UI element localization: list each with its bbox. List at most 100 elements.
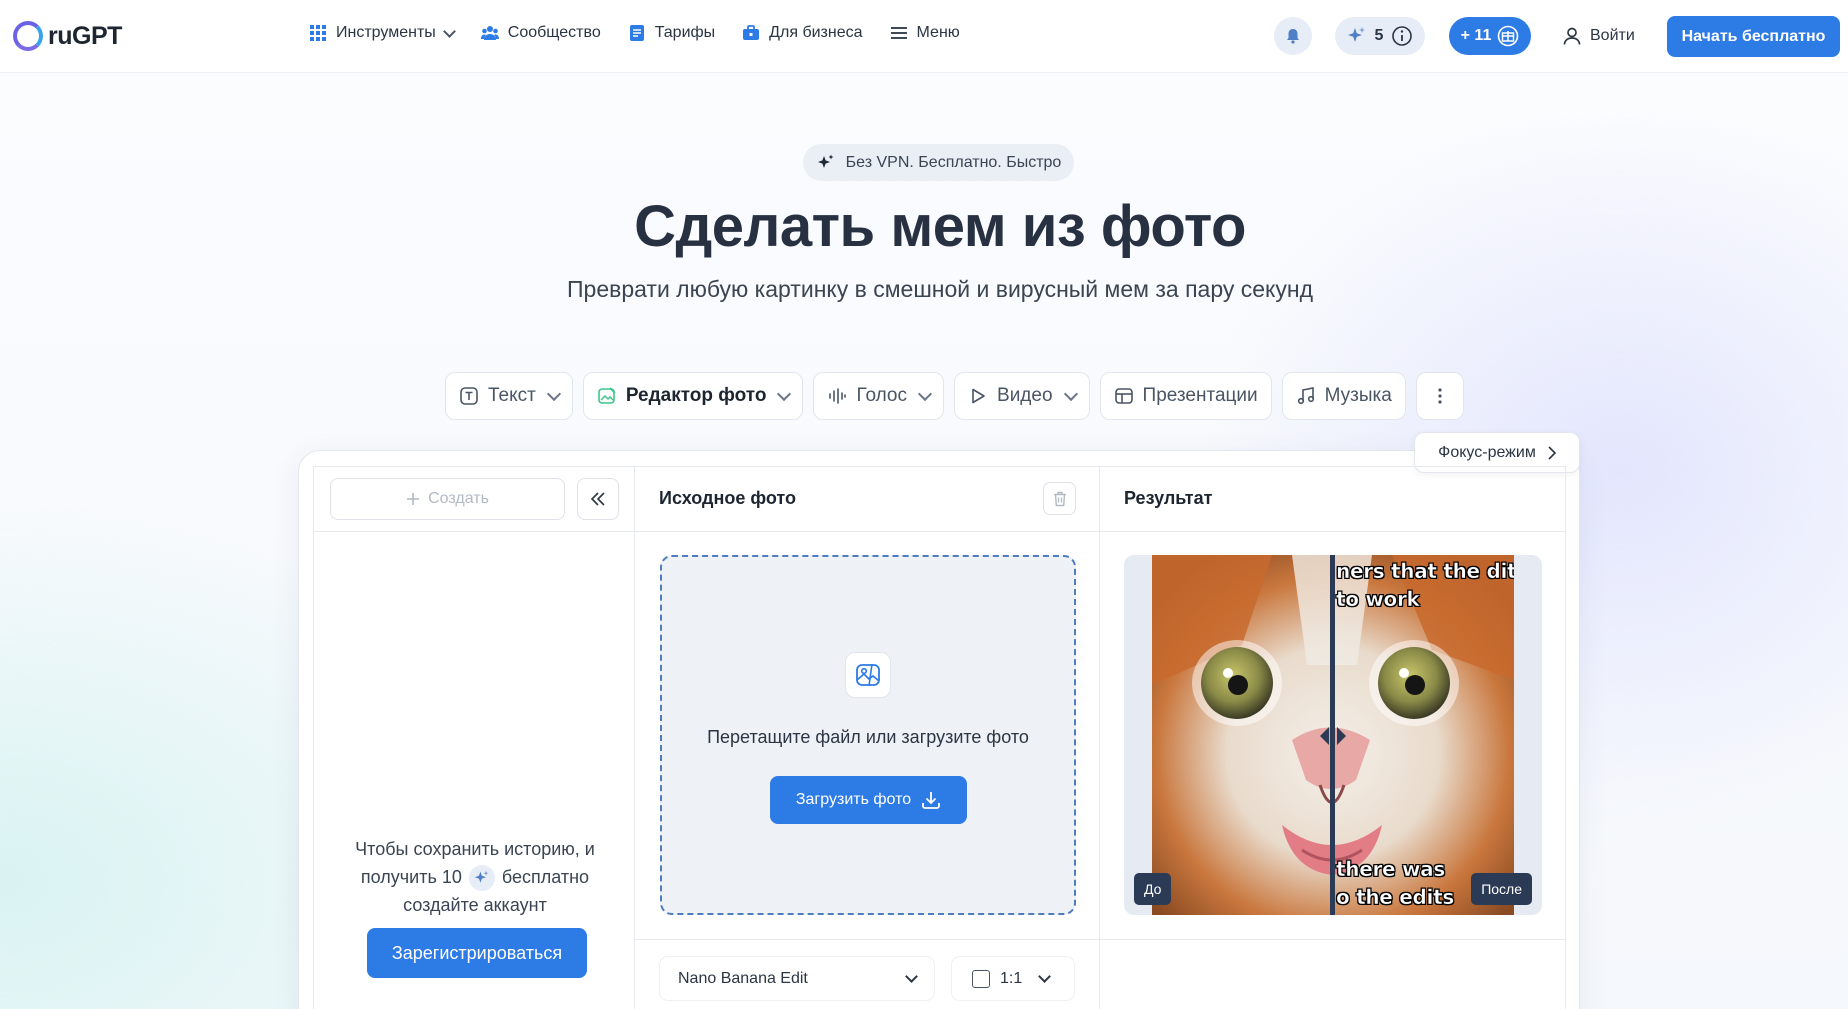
delete-button[interactable] — [1043, 482, 1076, 515]
before-after-compare[interactable]: ners that the dits to work there was o t… — [1124, 555, 1542, 915]
text-icon — [460, 387, 478, 405]
history-hint-line3: создайте аккаунт — [403, 895, 547, 916]
hero-badge-text: Без VPN. Бесплатно. Быстро — [845, 153, 1062, 171]
meme-caption-top-2: to work — [1336, 587, 1420, 612]
aspect-ratio-select[interactable]: 1:1 — [952, 957, 1074, 1000]
cat-photo: ners that the dits to work there was o t… — [1152, 555, 1514, 915]
history-hint-line2a: получить 10 — [360, 867, 462, 887]
slider-arrows-icon[interactable] — [1317, 725, 1349, 747]
nav-tariffs[interactable]: Тарифы — [628, 24, 715, 42]
history-panel: Создать Чтобы сохранить историю, и получ… — [313, 466, 635, 1009]
bonus-button[interactable]: + 11 — [1449, 17, 1531, 55]
presentation-icon — [1114, 388, 1133, 404]
aspect-square-icon — [972, 969, 990, 988]
chevron-down-icon — [905, 970, 918, 983]
tab-presentations-label: Презентации — [1142, 385, 1258, 406]
history-hint-line1: Чтобы сохранить историю, и — [355, 839, 595, 859]
model-select[interactable]: Nano Banana Edit — [660, 957, 934, 1000]
chevron-down-icon — [442, 24, 456, 38]
nav-tariffs-label: Тарифы — [654, 24, 716, 41]
chevron-down-icon — [777, 386, 792, 401]
photo-edit-icon — [598, 387, 616, 404]
nav-tools-label: Инструменты — [336, 24, 436, 41]
history-hint-line2: получить 10 бесплатно — [314, 863, 636, 892]
chevron-down-icon — [1063, 386, 1078, 401]
logo[interactable]: ruGPT — [13, 21, 122, 51]
collapse-panel-button[interactable] — [577, 478, 619, 520]
nav-menu[interactable]: Меню — [890, 24, 960, 42]
upload-photo-button[interactable]: Загрузить фото — [770, 776, 967, 824]
login-label: Войти — [1590, 27, 1635, 44]
source-panel: Исходное фото Перетащите файл или загруз… — [634, 466, 1100, 1009]
info-icon[interactable] — [1391, 25, 1413, 47]
before-label: До — [1134, 873, 1172, 905]
user-icon — [1563, 27, 1581, 45]
source-title: Исходное фото — [659, 488, 796, 508]
tab-photo-editor[interactable]: Редактор фото — [582, 372, 804, 420]
logo-ring-icon — [13, 21, 43, 51]
history-hint-line2b: бесплатно — [501, 867, 590, 887]
model-select-value: Nano Banana Edit — [678, 969, 808, 987]
logo-text: ruGPT — [48, 21, 122, 50]
tab-voice[interactable]: Голос — [813, 372, 945, 420]
meme-caption-top-1: ners that the dits — [1336, 559, 1514, 584]
chevron-right-icon — [1548, 445, 1556, 460]
file-dropzone[interactable]: Перетащите файл или загрузите фото Загру… — [660, 555, 1076, 915]
tab-presentations[interactable]: Презентации — [1099, 372, 1272, 420]
hero-badge: Без VPN. Бесплатно. Быстро — [803, 144, 1074, 181]
tab-photo-editor-label: Редактор фото — [625, 385, 767, 406]
upload-photo-label: Загрузить фото — [795, 791, 912, 808]
chevron-down-icon — [546, 386, 561, 401]
page-title: Сделать мем из фото — [634, 194, 1246, 259]
tab-voice-label: Голос — [856, 385, 908, 406]
create-button[interactable]: Создать — [330, 478, 565, 520]
history-hint: Чтобы сохранить историю, и получить 10 б… — [314, 835, 636, 919]
tab-music[interactable]: Музыка — [1281, 372, 1406, 420]
login-link[interactable]: Войти — [1562, 26, 1635, 46]
tab-music-label: Музыка — [1324, 385, 1392, 406]
waveform-icon — [829, 388, 847, 404]
notifications-button[interactable] — [1274, 17, 1312, 55]
nav-tools[interactable]: Инструменты — [309, 24, 456, 42]
divider — [314, 531, 635, 532]
menu-icon — [890, 27, 907, 39]
bell-icon — [1287, 29, 1299, 44]
music-icon — [1297, 387, 1314, 405]
divider — [1100, 939, 1565, 940]
after-label: После — [1471, 873, 1532, 905]
page-subtitle: Преврати любую картинку в смешной и виру… — [567, 276, 1313, 302]
divider — [1100, 531, 1565, 532]
download-icon — [922, 792, 941, 809]
focus-mode-label: Фокус-режим — [1438, 443, 1536, 461]
start-free-button[interactable]: Начать бесплатно — [1667, 16, 1840, 57]
gift-icon — [1498, 25, 1519, 47]
dropzone-text: Перетащите файл или загрузите фото — [707, 727, 1029, 747]
credits-count: 5 — [1374, 27, 1384, 44]
register-button[interactable]: Зарегистрироваться — [367, 928, 587, 978]
create-label: Создать — [428, 490, 489, 507]
main-nav: Инструменты Сообщество Тарифы Для бизнес… — [309, 24, 987, 42]
tab-text-label: Текст — [488, 385, 536, 406]
sparkle-icon — [1347, 27, 1365, 42]
chevrons-left-icon — [590, 492, 605, 506]
more-tools-button[interactable] — [1415, 372, 1464, 420]
result-panel: Результат ners that the dits to work the… — [1099, 466, 1566, 1009]
tab-text[interactable]: Текст — [445, 372, 573, 420]
top-header: ruGPT Инструменты Сообщество Тарифы Для … — [0, 0, 1848, 73]
trash-icon — [1053, 491, 1066, 506]
tab-video[interactable]: Видео — [954, 372, 1090, 420]
chevron-down-icon — [917, 386, 933, 401]
grid-icon — [310, 25, 326, 41]
image-icon — [845, 652, 891, 698]
chevron-down-icon — [1038, 970, 1052, 983]
meme-caption-bottom-1: there was — [1336, 857, 1446, 882]
play-icon — [972, 388, 985, 404]
nav-business-label: Для бизнеса — [769, 24, 863, 41]
plus-icon — [407, 493, 420, 505]
nav-business[interactable]: Для бизнеса — [742, 24, 863, 42]
more-vertical-icon — [1438, 388, 1442, 404]
nav-community[interactable]: Сообщество — [480, 24, 601, 42]
tab-video-label: Видео — [997, 385, 1053, 406]
credits-balance[interactable]: 5 — [1335, 17, 1425, 55]
nav-community-label: Сообщество — [507, 24, 601, 41]
